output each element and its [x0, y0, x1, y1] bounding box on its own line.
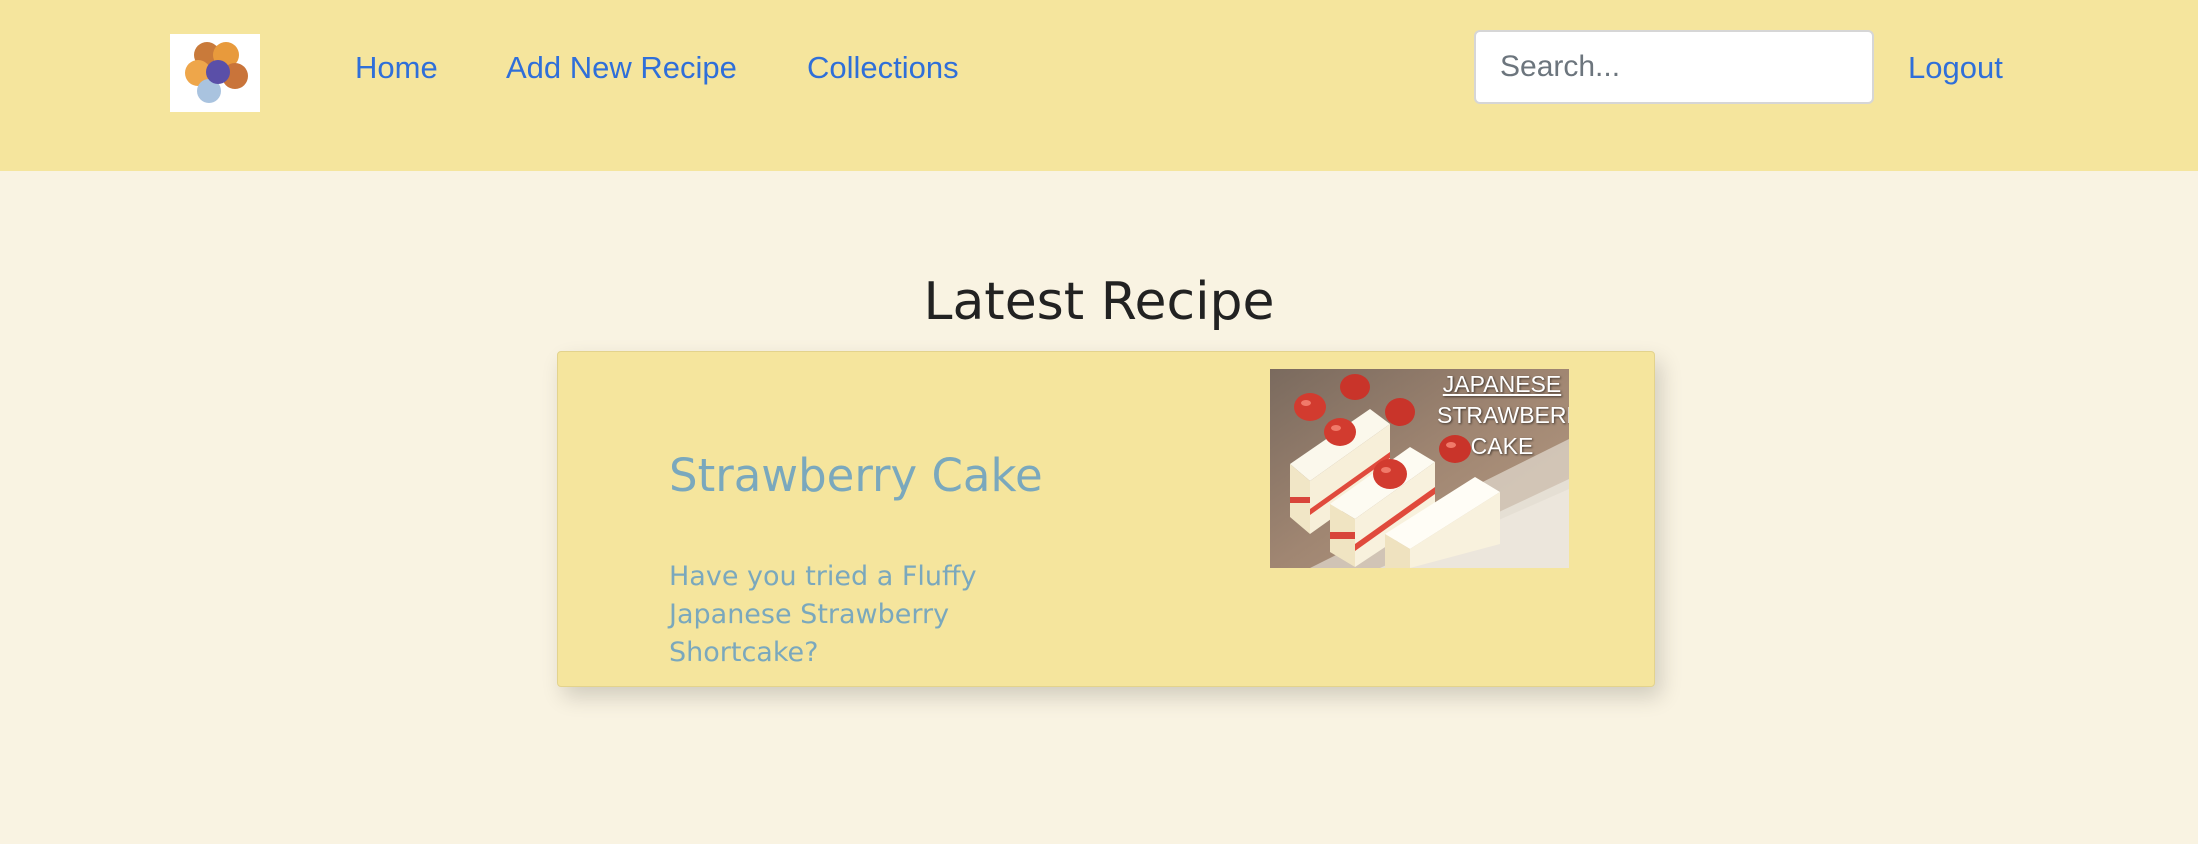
nav-collections-link[interactable]: Collections [807, 48, 959, 88]
recipe-description: Have you tried a Fluffy Japanese Strawbe… [669, 561, 977, 668]
nav-add-recipe-link[interactable]: Add New Recipe [506, 48, 737, 88]
recipe-image[interactable]: JAPANESE STRAWBERRY CAKE [1270, 369, 1569, 568]
recipe-card[interactable]: Strawberry Cake Have you tried a Fluffy … [557, 351, 1655, 687]
recipe-image-caption: JAPANESE STRAWBERRY CAKE [1437, 369, 1569, 462]
navbar: Home Add New Recipe Collections Logout [0, 0, 2198, 171]
logout-link[interactable]: Logout [1908, 48, 2003, 88]
flower-logo-icon [185, 42, 248, 103]
page-title: Latest Recipe [923, 272, 1275, 332]
logo[interactable] [170, 34, 260, 112]
image-caption-line: STRAWBERRY [1437, 402, 1569, 428]
search-input[interactable] [1474, 30, 1874, 104]
recipe-title[interactable]: Strawberry Cake [669, 448, 1043, 504]
image-caption-line: JAPANESE [1442, 371, 1562, 397]
image-caption-line: CAKE [1470, 433, 1534, 459]
nav-home-link[interactable]: Home [355, 48, 438, 88]
